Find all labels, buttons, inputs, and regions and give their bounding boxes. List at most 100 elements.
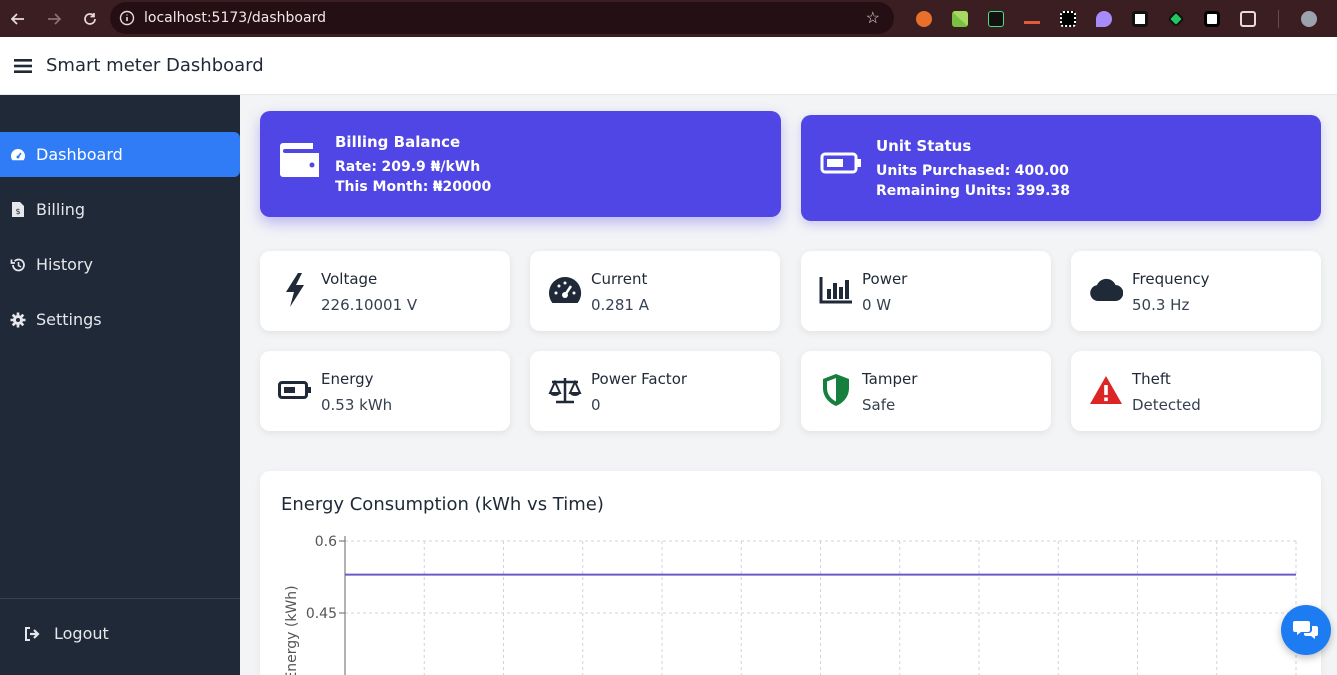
logout-label: Logout <box>54 624 109 643</box>
remaining-line: Remaining Units: 399.38 <box>876 181 1070 201</box>
billing-title: Billing Balance <box>335 133 461 151</box>
chat-icon <box>1293 621 1318 639</box>
shield-icon <box>817 371 855 409</box>
app-header: Smart meter Dashboard <box>0 37 1337 95</box>
arrow-right-icon <box>48 12 61 25</box>
energy-card: Energy 0.53 kWh <box>260 351 510 431</box>
profile-avatar[interactable] <box>1291 0 1327 37</box>
sidebar-item-label: History <box>36 255 93 274</box>
stat-label: Tamper <box>862 370 918 388</box>
purchased-label: Units Purchased: <box>876 163 1011 179</box>
cloud-icon <box>1087 271 1125 309</box>
sidebar-item-dashboard[interactable]: Dashboard <box>0 132 240 177</box>
url-text: localhost:5173/dashboard <box>144 10 326 26</box>
stat-label: Current <box>591 270 648 288</box>
stat-value: 0 W <box>862 296 892 314</box>
logout-icon <box>24 626 54 641</box>
stat-value: 0.53 kWh <box>321 396 393 414</box>
page-title: Smart meter Dashboard <box>46 55 264 76</box>
stat-label: Voltage <box>321 270 378 288</box>
billing-balance-card: Billing Balance Rate: 209.9 ₦/kWh This M… <box>260 111 781 217</box>
extensions-bar <box>906 0 1327 37</box>
calc-extension-icon[interactable] <box>1122 0 1158 37</box>
sidebar-item-label: Dashboard <box>36 145 123 164</box>
remaining-value: 399.38 <box>1015 183 1070 199</box>
voltage-card: Voltage 226.10001 V <box>260 251 510 331</box>
logout-button[interactable]: Logout <box>24 624 109 643</box>
stat-value: 0.281 A <box>591 296 649 314</box>
unit-status-card: Unit Status Units Purchased: 400.00 Rema… <box>801 115 1321 221</box>
remaining-label: Remaining Units: <box>876 183 1012 199</box>
y-tick-label: 0.6 <box>315 534 337 550</box>
purchased-value: 400.00 <box>1014 163 1069 179</box>
month-label: This Month: <box>335 179 429 195</box>
diamond-extension-icon[interactable] <box>1158 0 1194 37</box>
back-button[interactable] <box>0 0 36 37</box>
chart-extension-icon[interactable] <box>942 0 978 37</box>
frequency-card: Frequency 50.3 Hz <box>1071 251 1321 331</box>
arrow-left-icon <box>11 12 24 25</box>
energy-chart-card: Energy Consumption (kWh vs Time) 0.6 0.45… <box>260 471 1321 675</box>
stat-value: Detected <box>1132 396 1201 414</box>
site-info-icon[interactable] <box>110 10 144 26</box>
stat-label: Energy <box>321 370 374 388</box>
gauge-icon <box>546 271 584 309</box>
reload-icon <box>84 12 96 25</box>
theft-card: Theft Detected <box>1071 351 1321 431</box>
toolbar-divider <box>1278 9 1279 28</box>
puzzle-icon[interactable] <box>1230 0 1266 37</box>
slash-extension-icon[interactable] <box>1194 0 1230 37</box>
wave-extension-icon[interactable] <box>1014 0 1050 37</box>
forward-button[interactable] <box>36 0 72 37</box>
history-icon <box>0 257 36 273</box>
grid-extension-icon[interactable] <box>1050 0 1086 37</box>
reload-button[interactable] <box>72 0 108 37</box>
chat-button[interactable] <box>1281 605 1331 655</box>
pin-extension-icon[interactable] <box>1086 0 1122 37</box>
stat-value: 0 <box>591 396 601 414</box>
fox-extension-icon[interactable] <box>906 0 942 37</box>
gauge-icon <box>0 148 36 162</box>
sidebar-item-label: Settings <box>36 310 102 329</box>
stat-value: Safe <box>862 396 896 414</box>
y-axis-label: Energy (kWh) <box>284 585 300 675</box>
rate-value: 209.9 ₦/kWh <box>381 159 481 175</box>
stat-label: Power <box>862 270 908 288</box>
month-line: This Month: ₦20000 <box>335 177 491 197</box>
invoice-icon: $ <box>0 202 36 217</box>
battery-icon <box>276 371 314 409</box>
bar-chart-icon <box>817 271 855 309</box>
power-factor-card: Power Factor 0 <box>530 351 780 431</box>
stat-value: 50.3 Hz <box>1132 296 1190 314</box>
rate-line: Rate: 209.9 ₦/kWh <box>335 157 491 177</box>
power-card: Power 0 W <box>801 251 1051 331</box>
current-card: Current 0.281 A <box>530 251 780 331</box>
svg-text:$: $ <box>15 207 20 216</box>
address-bar[interactable]: localhost:5173/dashboard ☆ <box>110 2 894 34</box>
sidebar-item-billing[interactable]: $ Billing <box>0 187 240 232</box>
sidebar-item-label: Billing <box>36 200 86 219</box>
energy-chart: 0.6 0.45 Energy (kWh) <box>284 534 1297 675</box>
bolt-icon <box>276 271 314 309</box>
stat-label: Theft <box>1132 370 1171 388</box>
sidebar-divider <box>0 598 240 599</box>
wallet-icon <box>279 141 321 184</box>
sidebar-item-settings[interactable]: Settings <box>0 297 240 342</box>
stat-value: 226.10001 V <box>321 296 418 314</box>
unit-status-title: Unit Status <box>876 137 972 155</box>
y-tick-label: 0.45 <box>306 606 337 622</box>
sidebar-item-history[interactable]: History <box>0 242 240 287</box>
hamburger-icon <box>14 58 32 73</box>
stat-label: Frequency <box>1132 270 1210 288</box>
battery-icon <box>820 151 862 180</box>
month-value: ₦20000 <box>432 179 492 195</box>
tamper-card: Tamper Safe <box>801 351 1051 431</box>
rate-label: Rate: <box>335 159 378 175</box>
menu-toggle-button[interactable] <box>0 58 46 74</box>
terminal-extension-icon[interactable] <box>978 0 1014 37</box>
scale-icon <box>546 371 584 409</box>
bookmark-star-icon[interactable]: ☆ <box>866 8 880 28</box>
stat-label: Power Factor <box>591 370 688 388</box>
browser-toolbar: localhost:5173/dashboard ☆ <box>0 0 1337 37</box>
purchased-line: Units Purchased: 400.00 <box>876 161 1070 181</box>
